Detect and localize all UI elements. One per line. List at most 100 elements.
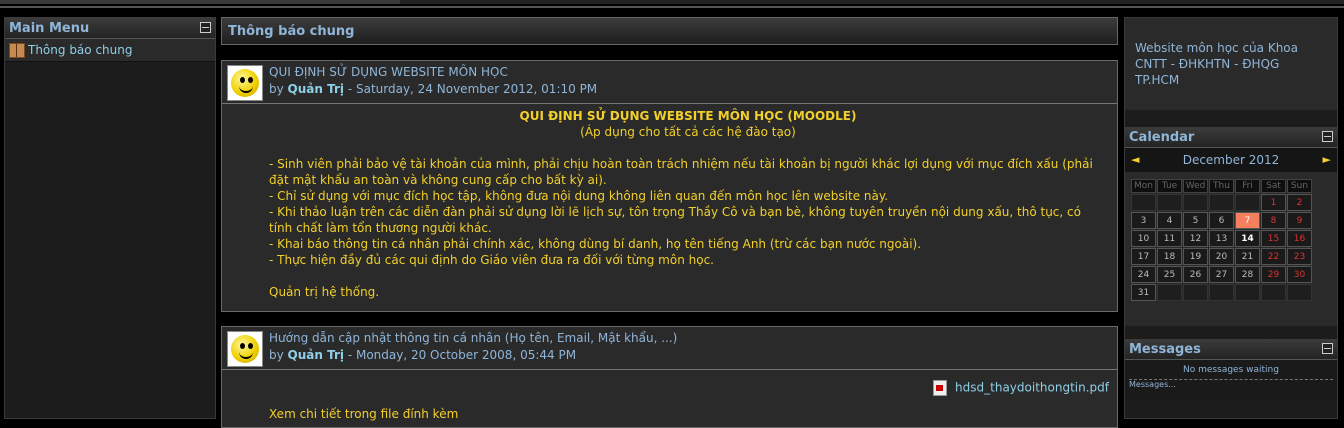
post-header: Hướng dẫn cập nhật thông tin cá nhân (Họ…	[222, 327, 1117, 370]
calendar-day[interactable]: 3	[1131, 212, 1156, 229]
calendar-day[interactable]: 19	[1183, 248, 1208, 265]
calendar-day[interactable]: 30	[1287, 266, 1312, 283]
messages-block: Messages No messages waiting Messages...	[1125, 339, 1337, 400]
post-byline: by Quản Trị - Monday, 20 October 2008, 0…	[269, 348, 576, 362]
calendar-day[interactable]: 5	[1183, 212, 1208, 229]
calendar-day[interactable]: 9	[1287, 212, 1312, 229]
calendar-day[interactable]: 31	[1131, 284, 1156, 301]
calendar-day[interactable]: 23	[1287, 248, 1312, 265]
weekday-label: Sat	[1261, 179, 1286, 193]
weekday-label: Fri	[1235, 179, 1260, 193]
calendar-day[interactable]: 2	[1287, 194, 1312, 211]
pdf-icon	[933, 380, 948, 396]
post-subject: QUI ĐỊNH SỬ DỤNG WEBSITE MÔN HỌC	[269, 65, 508, 79]
calendar-empty-cell	[1183, 284, 1208, 301]
collapse-block-icon[interactable]	[1322, 343, 1333, 354]
calendar-header: Calendar	[1125, 127, 1337, 148]
next-month-icon[interactable]: ►	[1323, 153, 1331, 166]
calendar-day[interactable]: 20	[1209, 248, 1234, 265]
calendar-day[interactable]: 21	[1235, 248, 1260, 265]
post-subject: Hướng dẫn cập nhật thông tin cá nhân (Họ…	[269, 331, 678, 345]
rule-line: - Thực hiện đầy đủ các qui định do Giáo …	[269, 253, 714, 267]
calendar-month[interactable]: December 2012	[1125, 153, 1337, 167]
calendar-day[interactable]: 27	[1209, 266, 1234, 283]
weekday-label: Sun	[1287, 179, 1312, 193]
calendar-day[interactable]: 22	[1261, 248, 1286, 265]
menu-item-thong-bao-chung[interactable]: Thông báo chung	[5, 39, 215, 62]
calendar-day[interactable]: 18	[1157, 248, 1182, 265]
post-date: - Saturday, 24 November 2012, 01:10 PM	[344, 82, 598, 96]
collapse-block-icon[interactable]	[1322, 131, 1333, 142]
rule-line: - Khai báo thông tin cá nhân phải chính …	[269, 237, 922, 251]
main-menu-title: Main Menu	[9, 21, 90, 36]
menu-item-label[interactable]: Thông báo chung	[28, 43, 132, 57]
calendar-day[interactable]: 13	[1209, 230, 1234, 247]
calendar-day[interactable]: 11	[1157, 230, 1182, 247]
forum-header: Thông báo chung	[221, 17, 1118, 45]
calendar-day[interactable]: 8	[1261, 212, 1286, 229]
calendar-empty-cell	[1157, 194, 1182, 211]
calendar-nav: ◄ December 2012 ►	[1125, 148, 1337, 172]
calendar-day[interactable]: 4	[1157, 212, 1182, 229]
rule-line: - Sinh viên phải bảo vệ tài khoản của mì…	[269, 157, 1093, 187]
post-byline: by Quản Trị - Saturday, 24 November 2012…	[269, 82, 597, 96]
messages-title: Messages	[1129, 342, 1201, 357]
calendar-title: Calendar	[1129, 130, 1195, 145]
weekday-label: Thu	[1209, 179, 1234, 193]
calendar-day[interactable]: 14	[1235, 230, 1260, 247]
messages-body: No messages waiting Messages...	[1125, 360, 1337, 400]
no-messages-text: No messages waiting	[1183, 365, 1279, 375]
top-divider	[0, 6, 1344, 8]
messages-header: Messages	[1125, 339, 1337, 360]
weekday-label: Wed	[1183, 179, 1208, 193]
calendar-empty-cell	[1261, 284, 1286, 301]
avatar[interactable]	[227, 65, 263, 101]
attachment-filename[interactable]: hdsd_thaydoithongtin.pdf	[955, 381, 1109, 395]
weekday-label: Tue	[1157, 179, 1182, 193]
calendar-day[interactable]: 16	[1287, 230, 1312, 247]
main-menu-block: Main Menu Thông báo chung	[4, 17, 216, 419]
calendar-empty-cell	[1287, 284, 1312, 301]
messages-link[interactable]: Messages...	[1129, 380, 1176, 389]
calendar-empty-cell	[1183, 194, 1208, 211]
rule-line: - Chỉ sử dụng với mục đích học tập, khôn…	[269, 189, 889, 203]
attachment-link[interactable]: hdsd_thaydoithongtin.pdf	[933, 380, 1109, 396]
post-author-link[interactable]: Quản Trị	[288, 348, 344, 362]
forum-post: QUI ĐỊNH SỬ DỤNG WEBSITE MÔN HỌC by Quản…	[221, 60, 1118, 312]
calendar-day[interactable]: 12	[1183, 230, 1208, 247]
calendar-day[interactable]: 24	[1131, 266, 1156, 283]
calendar-grid: Mon Tue Wed Thu Fri Sat Sun 1 2 3 4 5 6 7 8 9 10 11 12 13 14…	[1125, 172, 1337, 326]
collapse-block-icon[interactable]	[200, 22, 211, 33]
calendar-block: Calendar ◄ December 2012 ► Mon Tue Wed Thu F…	[1125, 127, 1337, 326]
calendar-empty-cell	[1209, 194, 1234, 211]
right-column: Website môn học của Khoa CNTT - ĐHKHTN -…	[1124, 17, 1338, 419]
post-author-link[interactable]: Quản Trị	[288, 82, 344, 96]
calendar-empty-cell	[1235, 284, 1260, 301]
calendar-day[interactable]: 29	[1261, 266, 1286, 283]
calendar-day[interactable]: 15	[1261, 230, 1286, 247]
calendar-day[interactable]: 1	[1261, 194, 1286, 211]
post-signature: Quản trị hệ thống.	[269, 285, 380, 299]
calendar-empty-cell	[1157, 284, 1182, 301]
site-info-text: Website môn học của Khoa CNTT - ĐHKHTN -…	[1135, 41, 1299, 87]
calendar-day[interactable]: 6	[1209, 212, 1234, 229]
main-menu-header: Main Menu	[5, 18, 215, 39]
forum-icon	[9, 43, 25, 58]
calendar-day[interactable]: 10	[1131, 230, 1156, 247]
calendar-empty-cell	[1209, 284, 1234, 301]
top-bar-accent	[0, 0, 400, 4]
post-subheading: (Áp dụng cho tất cả các hệ đào tạo)	[580, 125, 796, 139]
calendar-day[interactable]: 25	[1157, 266, 1182, 283]
post-body: Xem chi tiết trong file đính kèm	[222, 370, 1117, 428]
calendar-empty-cell	[1131, 194, 1156, 211]
calendar-day[interactable]: 7	[1235, 212, 1260, 229]
by-label: by	[269, 82, 284, 96]
post-date: - Monday, 20 October 2008, 05:44 PM	[344, 348, 577, 362]
avatar[interactable]	[227, 331, 263, 367]
calendar-day[interactable]: 26	[1183, 266, 1208, 283]
calendar-day[interactable]: 28	[1235, 266, 1260, 283]
calendar-table: Mon Tue Wed Thu Fri Sat Sun 1 2 3 4 5 6 7 8 9 10 11 12 13 14…	[1130, 178, 1313, 302]
calendar-day[interactable]: 17	[1131, 248, 1156, 265]
calendar-empty-cell	[1235, 194, 1260, 211]
site-info-block: Website môn học của Khoa CNTT - ĐHKHTN -…	[1125, 18, 1337, 110]
